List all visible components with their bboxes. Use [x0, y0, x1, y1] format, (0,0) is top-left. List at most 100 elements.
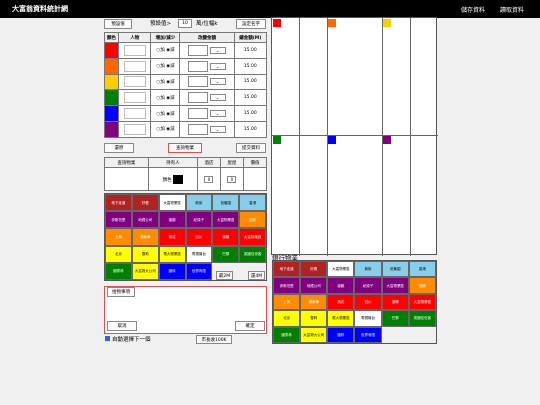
add-sub-radio[interactable]: ○加 ◉減: [156, 80, 174, 85]
property-cell[interactable]: 國家: [408, 277, 436, 294]
unit-select[interactable]: ⌄: [209, 125, 226, 133]
property-cell[interactable]: 巴黎: [381, 310, 409, 327]
change-amount-input[interactable]: [188, 123, 209, 135]
property-cell[interactable]: 世界有限: [185, 262, 213, 280]
property-cell[interactable]: 地鐵公司: [300, 277, 328, 294]
property-cell[interactable]: 伊斯坦堡: [105, 211, 132, 229]
undo-button[interactable]: 還原: [104, 143, 134, 153]
ok-button[interactable]: 確定: [235, 321, 265, 331]
add-sub-radio[interactable]: ○加 ◉減: [156, 64, 174, 69]
property-cell[interactable]: 英國佳世客: [408, 310, 436, 327]
property-cell[interactable]: 北京: [105, 245, 132, 263]
unit-select[interactable]: ⌄: [209, 94, 226, 102]
unit-select[interactable]: ⌄: [209, 46, 226, 54]
change-amount-input[interactable]: [188, 76, 209, 88]
market-button[interactable]: 市長收100K: [196, 335, 232, 344]
property-cell[interactable]: [408, 326, 436, 343]
add-sub-radio[interactable]: ○加 ◉減: [156, 48, 174, 53]
property-cell[interactable]: 香港: [408, 261, 436, 278]
property-cell[interactable]: 瀋陽: [381, 293, 409, 311]
property-cell[interactable]: 紀錄子: [354, 277, 382, 294]
player-name-input[interactable]: [123, 92, 146, 104]
set-name-button[interactable]: 設定名字: [236, 19, 266, 29]
change-amount-input[interactable]: [188, 44, 209, 56]
property-cell[interactable]: 電大物業區: [327, 310, 355, 327]
property-cell[interactable]: 地下走道: [105, 194, 132, 212]
property-cell[interactable]: 上海: [273, 293, 301, 311]
add-sub-radio[interactable]: ○加 ◉減: [156, 112, 174, 117]
load-data-link[interactable]: 讀取資料: [500, 5, 524, 14]
change-amount-input[interactable]: [188, 60, 209, 72]
property-cell[interactable]: 電大物業區: [158, 245, 186, 263]
property-cell[interactable]: 黃花: [158, 228, 186, 246]
property-cell[interactable]: 香港: [239, 194, 266, 212]
player-addsub-cell: ○加 ◉減: [150, 73, 181, 91]
property-cell[interactable]: 芭蕉園: [212, 194, 240, 212]
save-data-link[interactable]: 儲存資料: [461, 5, 485, 14]
property-cell[interactable]: 國泰林: [273, 326, 301, 343]
property-cell[interactable]: 瀛鶴: [158, 211, 186, 229]
property-cell[interactable]: 黃花: [327, 293, 355, 311]
property-cell[interactable]: 大富物大公司: [131, 262, 159, 280]
property-cell[interactable]: 大富物業區: [381, 277, 409, 294]
unit-select[interactable]: ⌄: [209, 78, 226, 86]
property-cell[interactable]: 國家: [239, 211, 266, 229]
property-cell[interactable]: 國泰林: [105, 262, 132, 280]
property-cell[interactable]: 四川: [354, 293, 382, 311]
player-marker-purple: [383, 136, 391, 144]
property-cell[interactable]: 湯家華: [300, 293, 328, 311]
player-row: ○加 ◉減 ⌄ 15.00: [103, 42, 267, 59]
header-total: 總金額(M): [233, 32, 267, 43]
player-name-input[interactable]: [123, 108, 146, 120]
property-cell[interactable]: 瀋陽: [212, 228, 240, 246]
player-name-input[interactable]: [123, 76, 146, 88]
setup-input[interactable]: 10: [178, 19, 192, 28]
check-property-button[interactable]: 查詢物業: [168, 143, 202, 153]
player-name-input[interactable]: [123, 60, 146, 72]
change-amount-input[interactable]: [188, 108, 209, 120]
property-cell[interactable]: 國科: [158, 262, 186, 280]
property-cell[interactable]: 世界有限: [354, 326, 382, 343]
property-cell[interactable]: 瀛鶴: [327, 277, 355, 294]
cancel-button[interactable]: 取消: [107, 321, 137, 331]
property-cell[interactable]: 地下走道: [273, 261, 301, 278]
mortgage-2m-button[interactable]: 最2M: [216, 271, 233, 280]
property-cell[interactable]: 大富物大公司: [300, 326, 328, 343]
property-cell[interactable]: 雪莉: [131, 245, 159, 263]
property-cell[interactable]: 好看: [300, 261, 328, 278]
property-cell[interactable]: 芭蕉園: [381, 261, 409, 278]
property-cell[interactable]: 北京: [273, 310, 301, 327]
property-cell[interactable]: 四川: [185, 228, 213, 246]
property-cell[interactable]: 上海: [105, 228, 132, 246]
preset-button[interactable]: 預設值: [104, 19, 132, 29]
unit-select[interactable]: ⌄: [209, 62, 226, 70]
change-amount-input[interactable]: [188, 92, 209, 104]
property-cell[interactable]: 大富物業區: [212, 211, 240, 229]
redeem-4m-button[interactable]: 還4M: [248, 271, 265, 280]
property-cell[interactable]: 湯家華: [131, 228, 159, 246]
player-name-input[interactable]: [123, 123, 146, 135]
property-cell[interactable]: 好看: [131, 194, 159, 212]
property-cell[interactable]: 國科: [327, 326, 355, 343]
unit-select[interactable]: ⌄: [209, 110, 226, 118]
property-cell[interactable]: 大富物業區: [408, 293, 436, 311]
property-cell[interactable]: 英國佳世客: [239, 245, 266, 263]
auto-next-checkbox[interactable]: [105, 336, 110, 341]
property-cell[interactable]: 電視機台: [185, 245, 213, 263]
property-cell[interactable]: 地鐵公司: [131, 211, 159, 229]
property-cell[interactable]: 大富物業區: [239, 228, 266, 246]
property-cell[interactable]: 新街: [185, 194, 213, 212]
property-cell[interactable]: 雪莉: [300, 310, 328, 327]
player-name-input[interactable]: [123, 44, 146, 56]
add-sub-radio[interactable]: ○加 ◉減: [156, 127, 174, 132]
property-cell[interactable]: 巴黎: [212, 245, 240, 263]
add-sub-radio[interactable]: ○加 ◉減: [156, 96, 174, 101]
property-cell[interactable]: 伊斯坦堡: [273, 277, 301, 294]
submit-button[interactable]: 提交資料: [236, 143, 266, 153]
property-cell[interactable]: 紀錄子: [185, 211, 213, 229]
property-cell[interactable]: 大嘉物業區: [158, 194, 186, 212]
property-cell[interactable]: 電視機台: [354, 310, 382, 327]
property-cell[interactable]: 大嘉物業區: [327, 261, 355, 278]
property-cell[interactable]: [381, 326, 409, 343]
property-cell[interactable]: 新街: [354, 261, 382, 278]
